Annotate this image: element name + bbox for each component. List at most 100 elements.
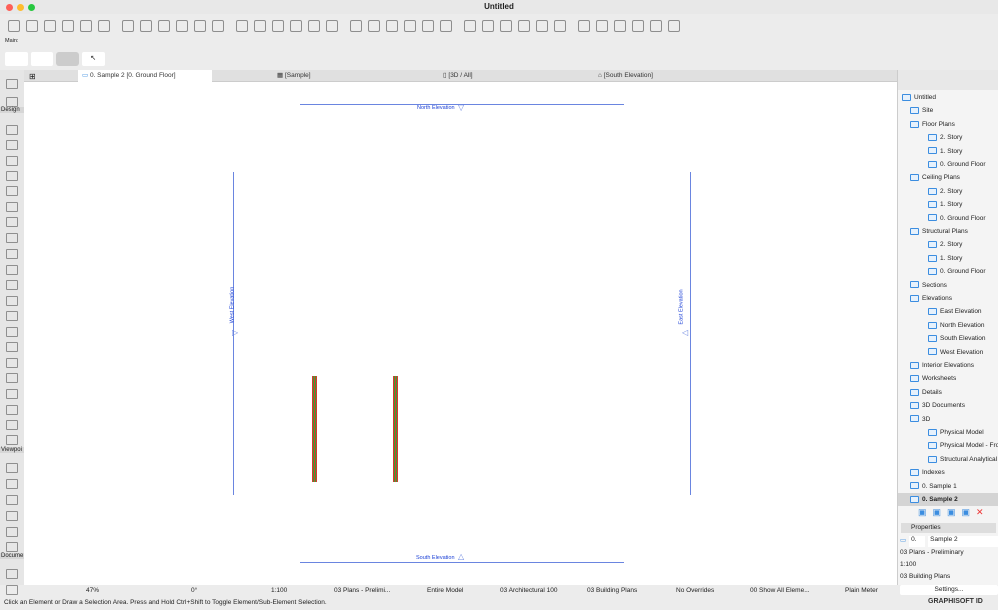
navigator-item[interactable]: 0. Ground Floor: [898, 158, 998, 171]
navigator-item[interactable]: 2. Story: [898, 185, 998, 198]
navigator-item[interactable]: 0. Sample 2: [898, 493, 998, 506]
toolbar-tool-icon[interactable]: [422, 20, 434, 32]
zoom-value[interactable]: 47%: [86, 585, 99, 597]
tool-icon[interactable]: [6, 463, 18, 473]
close-window-button[interactable]: [6, 4, 13, 11]
navigator-item[interactable]: 1. Story: [898, 198, 998, 211]
navigator-item[interactable]: Structural Plans: [898, 225, 998, 238]
tab-sample[interactable]: ▦ [Sample]: [277, 70, 311, 82]
view-set[interactable]: 03 Building Plans: [900, 571, 998, 583]
tab-floor-plan[interactable]: ▭ 0. Sample 2 [0. Ground Floor]: [78, 70, 212, 82]
wall-element[interactable]: [393, 376, 398, 482]
toolbar-tool-icon[interactable]: [554, 20, 566, 32]
toolbar-tool-icon[interactable]: [176, 20, 188, 32]
navigator-item[interactable]: Sections: [898, 279, 998, 292]
tool-icon[interactable]: [6, 97, 18, 107]
graphisoft-id-link[interactable]: GRAPHISOFT ID: [928, 598, 983, 605]
navigator-actions[interactable]: ▣▣▣▣✕: [918, 507, 990, 518]
toolbar-tool-icon[interactable]: [122, 20, 134, 32]
rotate-button[interactable]: [56, 52, 79, 66]
tool-icon[interactable]: [6, 217, 18, 227]
navigator-item[interactable]: Structural Analytical Model: [898, 453, 998, 466]
navigator-item[interactable]: Physical Model - Front: [898, 439, 998, 452]
navigator-item[interactable]: Details: [898, 386, 998, 399]
tool-icon[interactable]: [6, 327, 18, 337]
toolbar-tool-icon[interactable]: [140, 20, 152, 32]
wall-element[interactable]: [312, 376, 317, 482]
model-select[interactable]: Entire Model: [427, 585, 464, 597]
toolbar-tool-icon[interactable]: [404, 20, 416, 32]
arrow-tool-button[interactable]: ↖: [81, 52, 105, 66]
mvo-select[interactable]: 03 Building Plans: [587, 585, 637, 597]
properties-header[interactable]: Properties: [901, 523, 996, 533]
toolbar-tool-icon[interactable]: [212, 20, 224, 32]
navigator-item[interactable]: North Elevation: [898, 319, 998, 332]
toolbar-tool-icon[interactable]: [440, 20, 452, 32]
tool-icon[interactable]: [6, 569, 18, 579]
tool-icon[interactable]: [6, 420, 18, 430]
tool-icon[interactable]: [6, 511, 18, 521]
toolbar-tool-icon[interactable]: [326, 20, 338, 32]
toolbar-tool-icon[interactable]: [8, 20, 20, 32]
toolbar-tool-icon[interactable]: [668, 20, 680, 32]
toolbar-tool-icon[interactable]: [500, 20, 512, 32]
tool-icon[interactable]: [6, 280, 18, 290]
layer-combination-select[interactable]: 03 Plans - Prelimi...: [334, 585, 390, 597]
tool-icon[interactable]: [6, 405, 18, 415]
navigator-item[interactable]: Untitled: [898, 91, 998, 104]
tool-icon[interactable]: [6, 358, 18, 368]
tool-icon[interactable]: [6, 186, 18, 196]
tool-icon[interactable]: [6, 495, 18, 505]
tool-icon[interactable]: [6, 156, 18, 166]
tool-icon[interactable]: [6, 296, 18, 306]
toolbar-tool-icon[interactable]: [518, 20, 530, 32]
toolbar-tool-icon[interactable]: [290, 20, 302, 32]
overrides-select[interactable]: No Overrides: [676, 585, 714, 597]
geometry-method-button[interactable]: [5, 52, 28, 66]
navigator-item[interactable]: 0. Ground Floor: [898, 265, 998, 278]
scale-value[interactable]: 1:100: [271, 585, 287, 597]
navigator-item[interactable]: West Elevation: [898, 346, 998, 359]
navigator-item[interactable]: 0. Sample 1: [898, 480, 998, 493]
toolbar-tool-icon[interactable]: [650, 20, 662, 32]
toolbar-tool-icon[interactable]: [482, 20, 494, 32]
toolbar-tool-icon[interactable]: [194, 20, 206, 32]
drawing-canvas[interactable]: North Elevation ▽ South Elevation △ West…: [24, 82, 897, 585]
pen-set-select[interactable]: 03 Architectural 100: [500, 585, 557, 597]
toolbar-tool-icon[interactable]: [308, 20, 320, 32]
tool-icon[interactable]: [6, 79, 18, 89]
toolbar-tool-icon[interactable]: [158, 20, 170, 32]
elevation-marker-icon[interactable]: ◁: [682, 328, 688, 337]
navigator-item[interactable]: 3D Documents: [898, 399, 998, 412]
toolbar-tool-icon[interactable]: [632, 20, 644, 32]
south-elevation-line[interactable]: [300, 562, 624, 563]
selection-method-button[interactable]: [30, 52, 53, 66]
view-name-field[interactable]: Sample 2: [928, 536, 998, 547]
tool-icon[interactable]: [6, 233, 18, 243]
navigator-item[interactable]: 0. Ground Floor: [898, 212, 998, 225]
toolbar-tool-icon[interactable]: [26, 20, 38, 32]
toolbar-tool-icon[interactable]: [80, 20, 92, 32]
toolbar-tool-icon[interactable]: [44, 20, 56, 32]
tool-icon[interactable]: [6, 585, 18, 595]
navigator-item[interactable]: 1. Story: [898, 252, 998, 265]
navigator-item[interactable]: South Elevation: [898, 332, 998, 345]
navigator-item[interactable]: Physical Model: [898, 426, 998, 439]
toolbar-tool-icon[interactable]: [254, 20, 266, 32]
toolbar-tool-icon[interactable]: [578, 20, 590, 32]
toolbar-tool-icon[interactable]: [536, 20, 548, 32]
toolbar-tool-icon[interactable]: [350, 20, 362, 32]
elevation-marker-icon[interactable]: ▷: [232, 328, 238, 337]
elevation-marker-icon[interactable]: ▽: [458, 103, 464, 112]
tool-icon[interactable]: [6, 389, 18, 399]
tool-icon[interactable]: [6, 479, 18, 489]
navigator-item[interactable]: Site: [898, 104, 998, 117]
toolbar-tool-icon[interactable]: [98, 20, 110, 32]
grid-view-icon[interactable]: ⊞: [29, 72, 36, 81]
tab-south-elevation[interactable]: ⌂ [South Elevation]: [598, 70, 653, 82]
navigator-item[interactable]: 2. Story: [898, 131, 998, 144]
view-id-field[interactable]: 0.: [909, 536, 926, 547]
tool-icon[interactable]: [6, 140, 18, 150]
scale-value[interactable]: 1:100: [900, 559, 998, 571]
toolbar-tool-icon[interactable]: [62, 20, 74, 32]
